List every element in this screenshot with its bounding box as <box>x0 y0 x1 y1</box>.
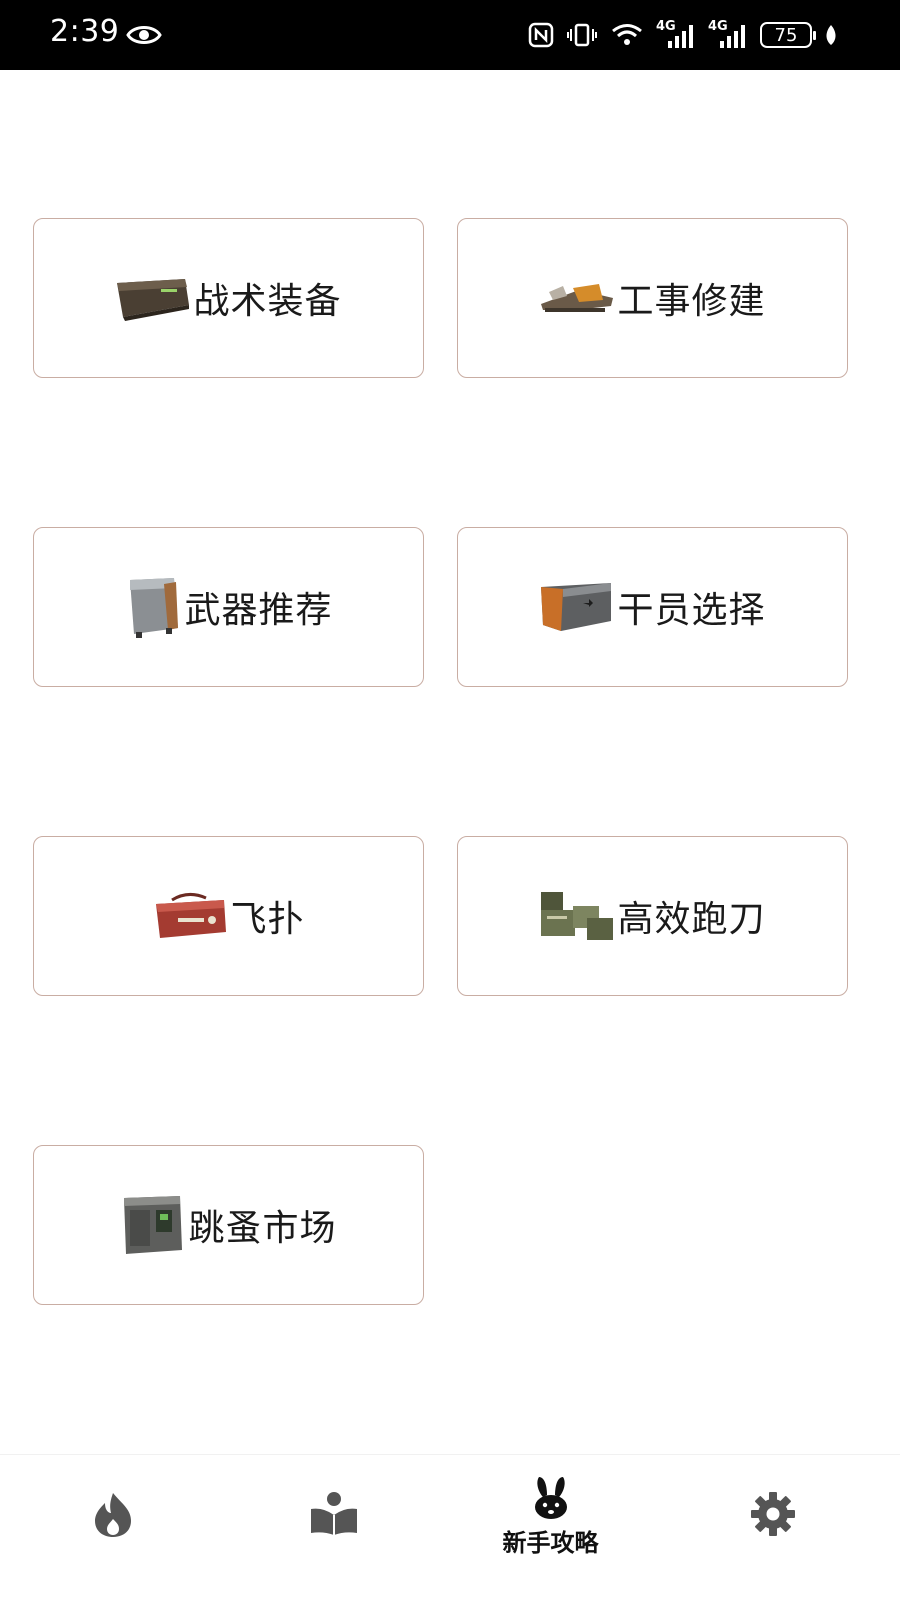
card-label: 战术装备 <box>193 281 342 322</box>
market-locker-icon <box>124 1196 183 1254</box>
status-time: 2:39 <box>50 14 120 49</box>
status-icons: 4G 4G 75 <box>528 18 838 52</box>
flame-icon <box>94 1493 131 1537</box>
reader-icon <box>310 1492 357 1535</box>
card-label: 干员选择 <box>617 590 766 631</box>
nfc-icon <box>528 22 554 48</box>
supply-crates-icon <box>541 892 614 940</box>
card-weapon-recommend[interactable]: 武器推荐 <box>33 527 424 687</box>
tab-label: 新手攻略 <box>502 1529 599 1557</box>
battery-icon: 75 <box>760 22 816 48</box>
tab-settings[interactable] <box>660 1455 885 1601</box>
signal-4g-icon: 4G <box>656 19 696 49</box>
card-label: 飞扑 <box>230 899 305 940</box>
construction-tool-icon <box>541 284 614 312</box>
card-tactical-gear[interactable]: 战术装备 <box>33 218 424 378</box>
card-dive[interactable]: 飞扑 <box>33 836 424 996</box>
card-fortification[interactable]: 工事修建 <box>457 218 848 378</box>
bunny-icon <box>534 1477 567 1519</box>
tab-reading[interactable] <box>221 1455 446 1601</box>
card-operator-select[interactable]: 干员选择 <box>457 527 848 687</box>
card-flea-market[interactable]: 跳蚤市场 <box>33 1145 424 1305</box>
card-label: 跳蚤市场 <box>188 1208 337 1249</box>
card-label: 高效跑刀 <box>617 899 766 940</box>
gear-icon <box>750 1492 795 1536</box>
signal-4g-icon: 4G <box>708 19 748 49</box>
card-efficient-run[interactable]: 高效跑刀 <box>457 836 848 996</box>
operator-crate-icon <box>541 583 612 631</box>
tab-beginner-guide[interactable]: 新手攻略 <box>438 1455 663 1601</box>
battery-level: 75 <box>774 24 798 46</box>
tab-hot[interactable] <box>0 1455 225 1601</box>
bottom-tab-bar: 新手攻略 <box>0 1454 900 1601</box>
wifi-icon <box>612 24 642 45</box>
card-label: 工事修建 <box>617 281 766 322</box>
weapon-case-icon <box>130 578 179 638</box>
vibrate-icon <box>567 23 597 47</box>
tactical-crate-icon <box>117 279 190 321</box>
eye-icon <box>126 26 162 44</box>
red-bag-icon <box>156 893 227 938</box>
status-bar: 2:39 4G 4G 75 <box>0 0 900 70</box>
leaf-icon <box>826 25 836 45</box>
card-label: 武器推荐 <box>184 590 333 631</box>
